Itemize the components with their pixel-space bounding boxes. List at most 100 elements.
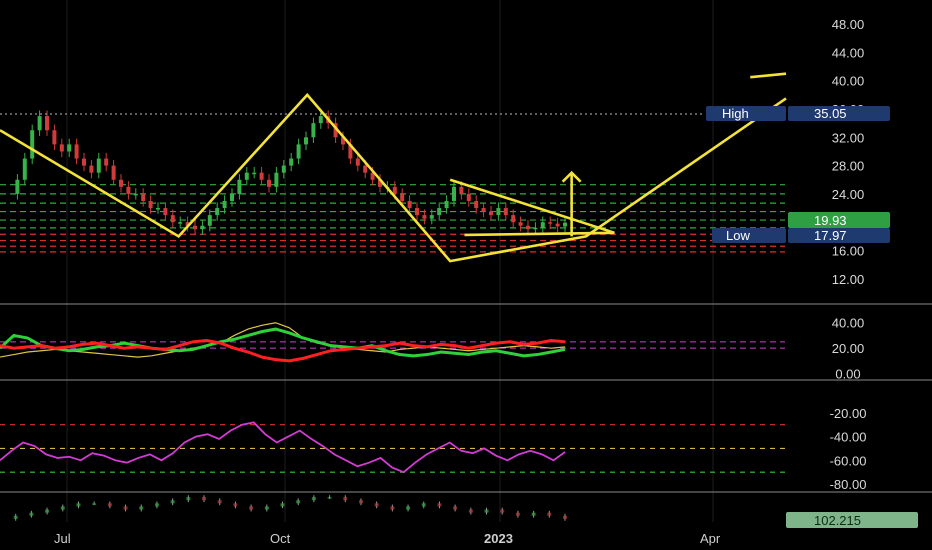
- volume-bar: [233, 503, 238, 507]
- candle-body: [415, 208, 419, 216]
- candle-body: [222, 200, 227, 209]
- oscillator-tick-label: -60.00: [830, 453, 867, 468]
- candle-body: [496, 208, 501, 216]
- candle-body: [37, 116, 42, 131]
- last-price-marker: 19.93: [788, 212, 890, 228]
- candle-body: [274, 172, 279, 187]
- candle-body: [111, 165, 116, 180]
- candle-body: [252, 172, 257, 175]
- candle-body: [489, 211, 493, 216]
- high-label: High: [722, 106, 749, 121]
- dmi-tick-label: 40.00: [832, 316, 865, 331]
- volume-bar: [421, 503, 426, 507]
- oscillator-line: [0, 421, 566, 474]
- pattern-line[interactable]: [0, 92, 787, 263]
- candle-body: [74, 144, 79, 159]
- volume-bar: [29, 512, 34, 516]
- candle-body: [267, 179, 271, 187]
- candle-body: [459, 186, 464, 194]
- candle-body: [133, 193, 138, 196]
- minus-di-line: [0, 339, 566, 363]
- candle-body: [52, 130, 57, 145]
- price-tick-label: 12.00: [832, 272, 865, 287]
- volume-bar: [453, 506, 458, 510]
- volume-bar: [186, 497, 191, 501]
- candle-body: [429, 215, 434, 219]
- candle-body: [304, 137, 308, 145]
- volume-bar: [154, 503, 159, 507]
- oscillator-tick-label: -80.00: [830, 477, 867, 492]
- pattern-drawings[interactable]: [0, 72, 787, 263]
- candle-body: [237, 179, 242, 194]
- dmi-indicator: [0, 322, 785, 363]
- volume-bar: [123, 506, 128, 510]
- candle-body: [259, 172, 264, 180]
- candle-body: [533, 227, 538, 230]
- volume-bar: [107, 503, 112, 507]
- volume-bar: [249, 506, 254, 510]
- candle-body: [67, 144, 72, 152]
- candle-body: [437, 208, 442, 216]
- candle-body: [193, 225, 197, 230]
- volume-bar: [390, 506, 395, 510]
- date-label-jul: Jul: [54, 531, 71, 546]
- candle-body: [289, 158, 294, 166]
- candle-body: [244, 172, 249, 180]
- oscillator-tick-label: -40.00: [830, 430, 867, 445]
- candle-body: [82, 158, 86, 166]
- volume-bar: [264, 506, 269, 510]
- volume-bar: [468, 509, 473, 513]
- candle-body: [503, 208, 508, 216]
- candle-body: [89, 165, 94, 173]
- volume-bar: [60, 506, 65, 510]
- price-tick-label: 32.00: [832, 130, 865, 145]
- high-marker: High 35.05: [0, 106, 890, 121]
- price-tick-label: 24.00: [832, 187, 865, 202]
- vertical-grid: [66, 0, 714, 522]
- candle-body: [466, 193, 471, 201]
- dmi-tick-label: 0.00: [835, 367, 860, 382]
- candle-body: [156, 208, 160, 210]
- price-candles: [15, 110, 567, 235]
- volume-bar: [170, 500, 175, 504]
- volume-bar: [374, 503, 379, 507]
- volume-bars: [13, 495, 567, 521]
- volume-bar: [515, 512, 520, 516]
- date-label-apr: Apr: [700, 531, 721, 546]
- candle-body: [526, 225, 530, 230]
- oscillator-tick-label: -20.00: [830, 406, 867, 421]
- candle-body: [215, 208, 220, 216]
- candle-body: [318, 116, 323, 124]
- candle-body: [422, 215, 427, 219]
- last-price-value: 19.93: [814, 213, 847, 228]
- candle-body: [170, 215, 175, 223]
- candle-body: [45, 116, 49, 131]
- volume-bar: [563, 515, 567, 519]
- volume-bar: [358, 500, 363, 504]
- candle-body: [207, 215, 212, 226]
- price-tick-label: 40.00: [832, 74, 865, 89]
- dmi-tick-label: 20.00: [832, 341, 865, 356]
- volume-bar: [13, 515, 18, 519]
- volume-bar: [343, 497, 348, 501]
- volume-value: 102.215: [814, 513, 861, 528]
- pattern-line[interactable]: [750, 72, 787, 79]
- price-tick-label: 28.00: [832, 159, 865, 174]
- low-label: Low: [726, 228, 750, 243]
- candle-body: [518, 222, 523, 226]
- candle-body: [163, 208, 168, 216]
- candle-body: [474, 200, 479, 209]
- candle-body: [481, 208, 486, 212]
- price-tick-label: 48.00: [832, 17, 865, 32]
- date-axis: Jul Oct 2023 Apr: [54, 531, 721, 546]
- volume-bar: [327, 497, 332, 499]
- candle-body: [452, 186, 456, 201]
- stock-chart[interactable]: 48.0044.0040.0036.0032.0028.0024.0020.00…: [0, 0, 932, 550]
- volume-bar: [139, 506, 144, 510]
- high-value: 35.05: [814, 106, 847, 121]
- candle-body: [148, 200, 153, 209]
- price-tick-label: 44.00: [832, 45, 865, 60]
- oscillator-indicator: [0, 421, 785, 474]
- candle-body: [22, 158, 27, 180]
- candle-body: [540, 222, 545, 228]
